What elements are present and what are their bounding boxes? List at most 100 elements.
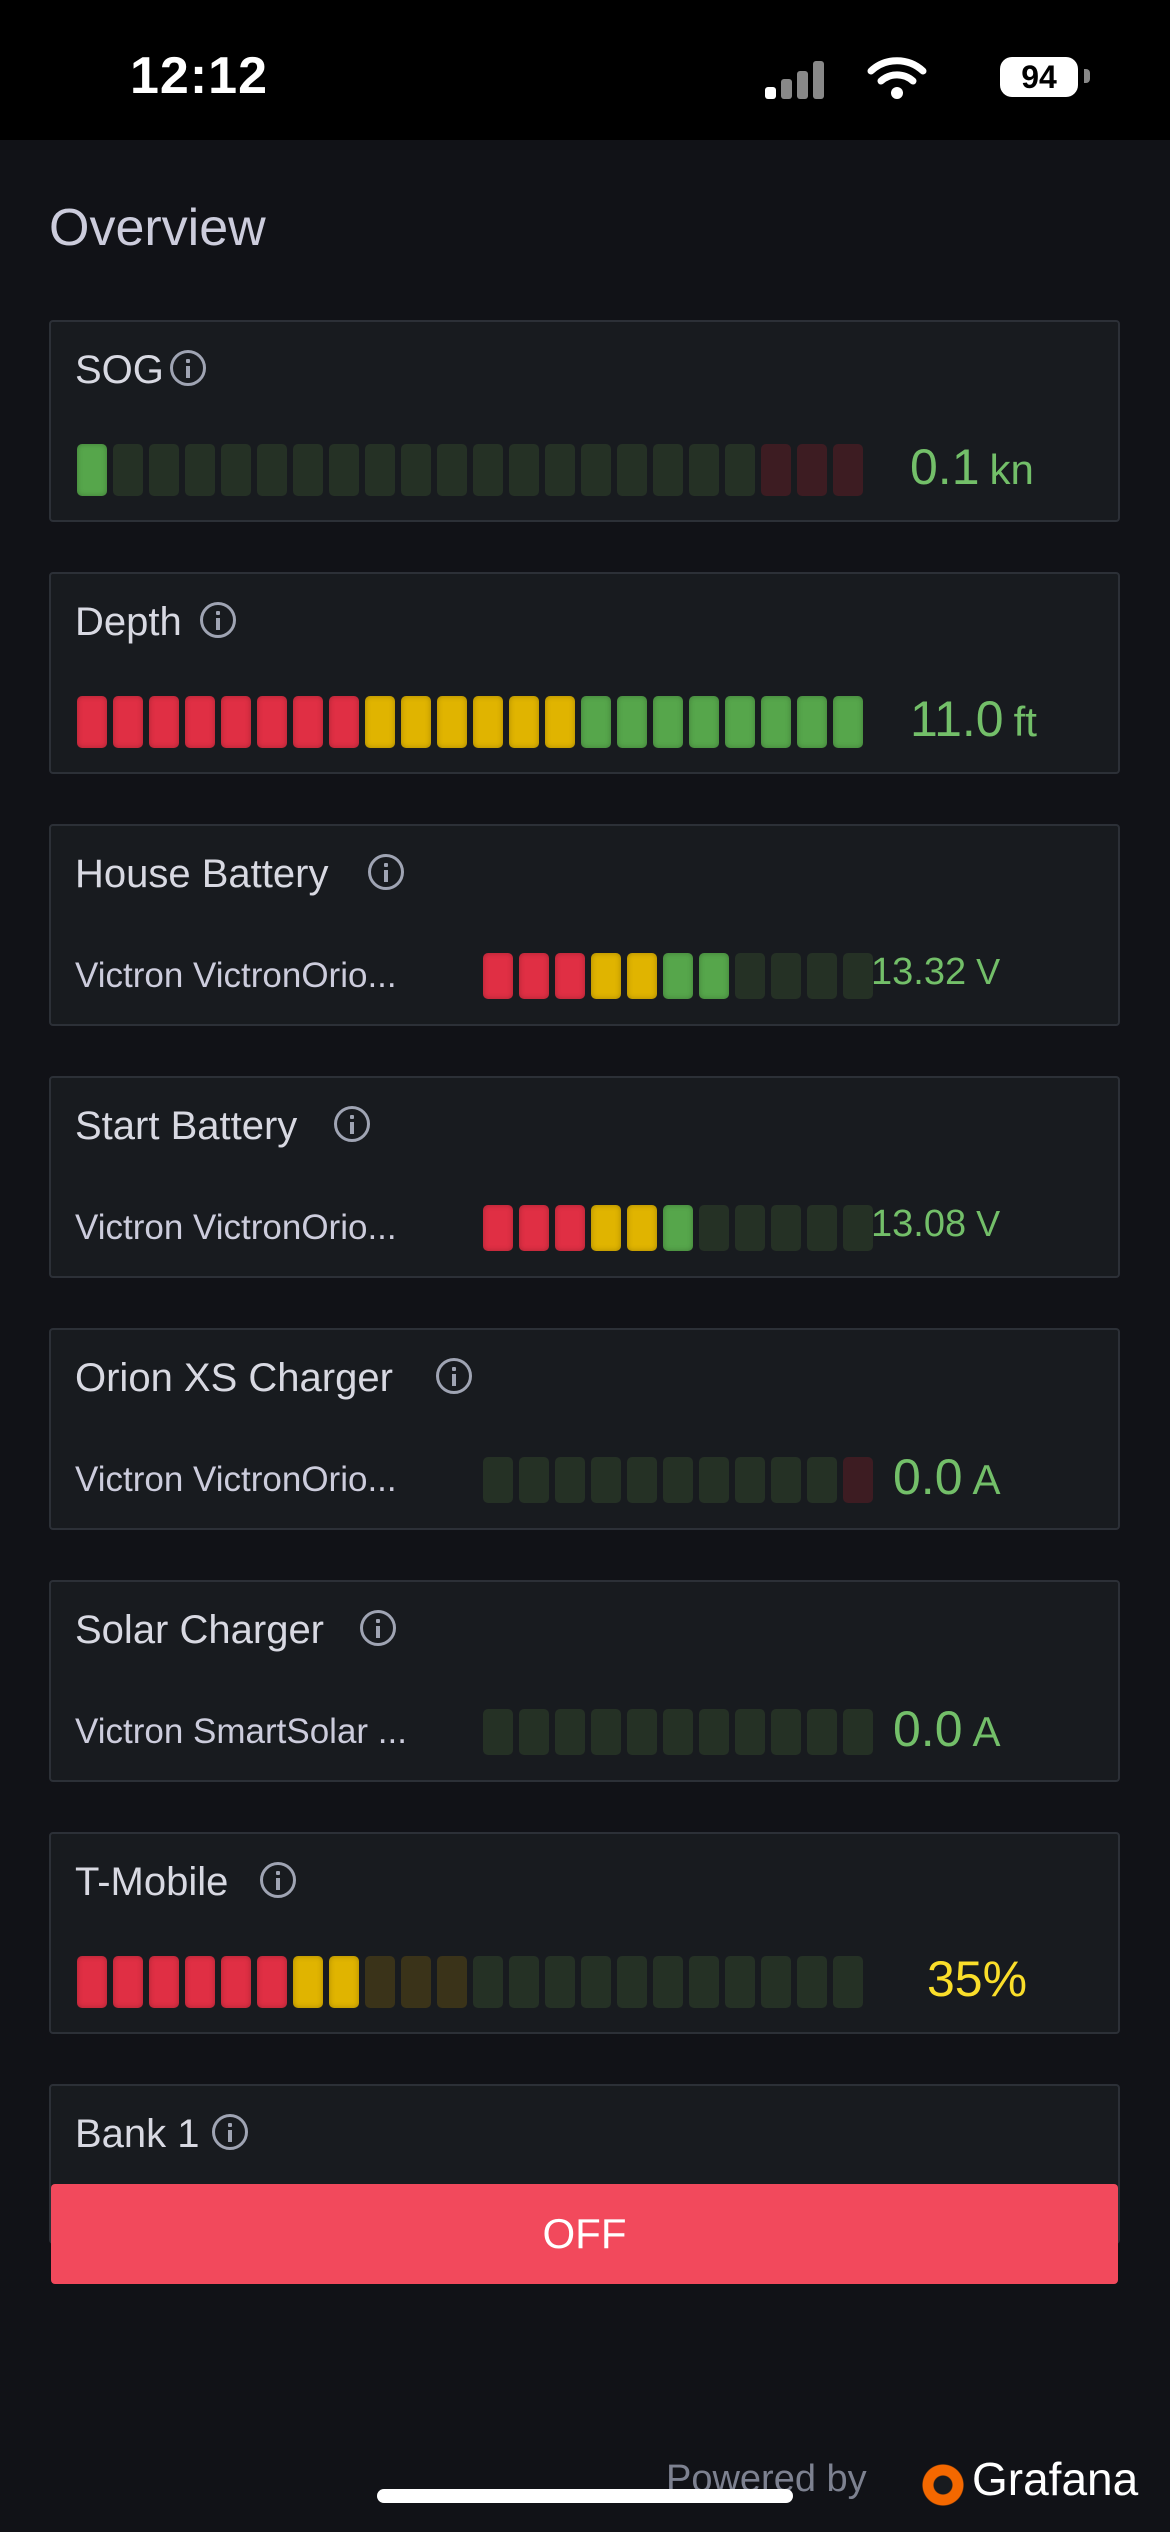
- gauge-segment: [221, 444, 251, 496]
- panel-value: 11.0 ft: [910, 690, 1037, 748]
- cellular-signal-icon: [765, 59, 825, 99]
- info-icon[interactable]: [360, 1610, 396, 1646]
- gauge-segment: [591, 1457, 621, 1503]
- gauge-segment: [555, 1205, 585, 1251]
- gauge-segment: [437, 1956, 467, 2008]
- gauge-segment: [483, 953, 513, 999]
- panel-value-unit: V: [976, 1203, 1001, 1244]
- panel-solar-charger: Solar Charger Victron SmartSolar ... 0.0 A: [49, 1580, 1120, 1782]
- info-icon[interactable]: [170, 350, 206, 386]
- panel-value: 0.1 kn: [910, 438, 1034, 496]
- gauge-segment: [483, 1205, 513, 1251]
- panel-depth: Depth 11.0 ft: [49, 572, 1120, 774]
- gauge-segment: [771, 1709, 801, 1755]
- panel-value: 35%: [927, 1950, 1027, 2008]
- battery-icon: 94: [1000, 57, 1078, 97]
- gauge-segment: [509, 1956, 539, 2008]
- gauge-segment: [329, 444, 359, 496]
- info-icon[interactable]: [436, 1358, 472, 1394]
- gauge-segment: [257, 444, 287, 496]
- device-label: Victron VictronOrio...: [75, 956, 397, 995]
- gauge-segment: [627, 1709, 657, 1755]
- info-icon[interactable]: [368, 854, 404, 890]
- info-icon[interactable]: [334, 1106, 370, 1142]
- gauge-segment: [591, 953, 621, 999]
- info-icon[interactable]: [260, 1862, 296, 1898]
- panel-orion-xs-charger: Orion XS Charger Victron VictronOrio... 0.…: [49, 1328, 1120, 1530]
- gauge-segment: [257, 1956, 287, 2008]
- status-bar: 12:12 94: [0, 0, 1170, 140]
- gauge-segment: [509, 696, 539, 748]
- gauge-segment: [725, 444, 755, 496]
- gauge-segment: [843, 1709, 873, 1755]
- gauge-segment: [833, 696, 863, 748]
- info-icon[interactable]: [200, 602, 236, 638]
- home-indicator: [377, 2489, 793, 2503]
- panel-value-unit: A: [972, 1456, 1001, 1503]
- gauge-segment: [329, 1956, 359, 2008]
- gauge-segment: [293, 696, 323, 748]
- gauge-segment: [771, 1205, 801, 1251]
- gauge-segment: [437, 696, 467, 748]
- info-icon[interactable]: [212, 2114, 248, 2150]
- gauge-segment: [365, 1956, 395, 2008]
- gauge-segment: [807, 1709, 837, 1755]
- panel-value-unit: kn: [989, 446, 1034, 493]
- panel-value-number: 13.08: [871, 1203, 967, 1245]
- gauge-segment: [581, 1956, 611, 2008]
- gauge-segment: [807, 1205, 837, 1251]
- gauge-segment: [627, 1205, 657, 1251]
- panel-value: 13.08 V: [871, 1203, 1000, 1246]
- gauge-segment: [329, 696, 359, 748]
- grafana-logo-icon: [920, 2462, 966, 2508]
- bar-gauge: [77, 696, 863, 748]
- panel-title: SOG: [75, 348, 164, 392]
- gauge-segment: [617, 696, 647, 748]
- gauge-segment: [653, 1956, 683, 2008]
- gauge-segment: [699, 1709, 729, 1755]
- gauge-segment: [663, 953, 693, 999]
- gauge-segment: [807, 953, 837, 999]
- device-label: Victron VictronOrio...: [75, 1208, 397, 1247]
- gauge-segment: [473, 444, 503, 496]
- gauge-segment: [545, 444, 575, 496]
- panel-title: Orion XS Charger: [75, 1356, 393, 1400]
- gauge-segment: [555, 1457, 585, 1503]
- gauge-segment: [771, 1457, 801, 1503]
- gauge-segment: [545, 696, 575, 748]
- gauge-segment: [689, 444, 719, 496]
- gauge-segment: [725, 696, 755, 748]
- gauge-segment: [401, 444, 431, 496]
- gauge-segment: [185, 444, 215, 496]
- gauge-segment: [149, 696, 179, 748]
- panel-value-number: 11.0: [910, 691, 1004, 747]
- gauge-segment: [843, 953, 873, 999]
- bank-1-switch-button[interactable]: OFF: [51, 2184, 1118, 2284]
- bar-gauge: [77, 1956, 863, 2008]
- wifi-icon: [867, 57, 927, 99]
- panel-value-number: 13.32: [871, 951, 967, 993]
- panel-value-number: 0.0: [893, 1449, 963, 1505]
- gauge-segment: [221, 696, 251, 748]
- gauge-segment: [735, 1709, 765, 1755]
- gauge-segment: [581, 444, 611, 496]
- gauge-segment: [149, 444, 179, 496]
- gauge-segment: [519, 953, 549, 999]
- gauge-segment: [735, 953, 765, 999]
- gauge-segment: [401, 696, 431, 748]
- bar-gauge: [77, 444, 863, 496]
- gauge-segment: [257, 696, 287, 748]
- gauge-segment: [617, 444, 647, 496]
- gauge-segment: [77, 444, 107, 496]
- panel-value: 0.0 A: [893, 1700, 1001, 1758]
- gauge-segment: [725, 1956, 755, 2008]
- gauge-segment: [77, 1956, 107, 2008]
- bar-gauge: [483, 1205, 873, 1251]
- gauge-segment: [185, 1956, 215, 2008]
- status-time: 12:12: [130, 47, 268, 105]
- gauge-segment: [113, 1956, 143, 2008]
- gauge-segment: [591, 1205, 621, 1251]
- device-label: Victron SmartSolar ...: [75, 1712, 407, 1751]
- panel-value-unit: ft: [1013, 698, 1037, 745]
- gauge-segment: [519, 1457, 549, 1503]
